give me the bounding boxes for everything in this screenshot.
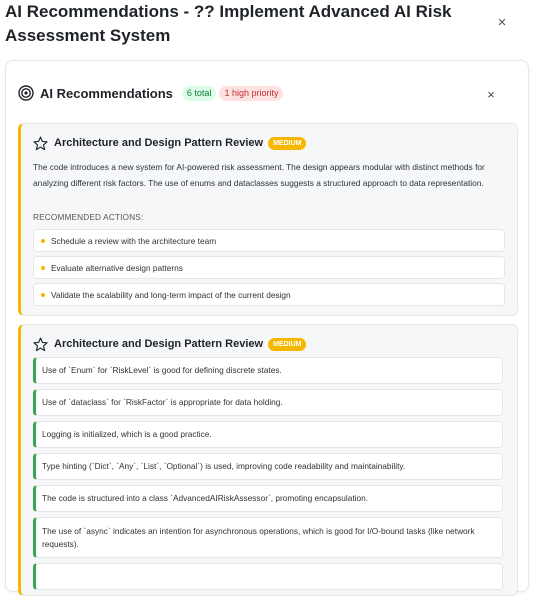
panel-title: AI Recommendations: [40, 85, 173, 101]
card-description: The code introduces a new system for AI-…: [33, 162, 485, 188]
action-text: Validate the scalability and long-term i…: [51, 289, 291, 300]
card-title: Architecture and Design Pattern Review: [54, 137, 264, 149]
bullet-icon: [41, 292, 45, 297]
card-header: Architecture and Design Pattern Review M…: [33, 134, 307, 152]
finding-item: The code is structured into a class `Adv…: [33, 485, 503, 512]
action-text: Schedule a review with the architecture …: [51, 235, 217, 246]
action-item: Schedule a review with the architecture …: [33, 229, 505, 252]
recommendation-card: Architecture and Design Pattern Review M…: [18, 324, 518, 596]
bullet-icon: [41, 238, 45, 243]
bullet-icon: [41, 265, 45, 270]
star-icon: [33, 337, 48, 351]
action-text: Evaluate alternative design patterns: [51, 262, 183, 273]
card-title: Architecture and Design Pattern Review: [54, 338, 264, 350]
recommended-actions-label: RECOMMENDED ACTIONS:: [33, 213, 144, 222]
total-count-badge: 6 total: [181, 85, 217, 101]
target-icon: [18, 85, 34, 101]
recommendation-card: Architecture and Design Pattern Review M…: [18, 123, 518, 316]
finding-item: Use of `Enum` for `RiskLevel` is good fo…: [33, 357, 503, 384]
panel-header: AI Recommendations 6 total 1 high priori…: [18, 83, 284, 103]
high-priority-badge: 1 high priority: [219, 85, 284, 101]
action-item: Validate the scalability and long-term i…: [33, 283, 505, 306]
finding-item: [33, 563, 503, 590]
recommendations-panel: AI Recommendations 6 total 1 high priori…: [5, 60, 529, 596]
card-header: Architecture and Design Pattern Review M…: [33, 335, 307, 353]
dialog-title: AI Recommendations - ?? Implement Advanc…: [5, 2, 452, 45]
priority-badge: MEDIUM: [268, 136, 307, 150]
finding-item: The use of `async` indicates an intentio…: [33, 517, 503, 558]
finding-item: Type hinting (`Dict`, `Any`, `List`, `Op…: [33, 453, 503, 480]
dialog-close-icon[interactable]: ×: [494, 14, 510, 32]
action-item: Evaluate alternative design patterns: [33, 256, 505, 279]
finding-item: Use of `dataclass` for `RiskFactor` is a…: [33, 389, 503, 416]
priority-badge: MEDIUM: [268, 337, 307, 351]
finding-item: Logging is initialized, which is a good …: [33, 421, 503, 448]
star-icon: [33, 136, 48, 150]
panel-close-icon[interactable]: ×: [484, 87, 498, 103]
